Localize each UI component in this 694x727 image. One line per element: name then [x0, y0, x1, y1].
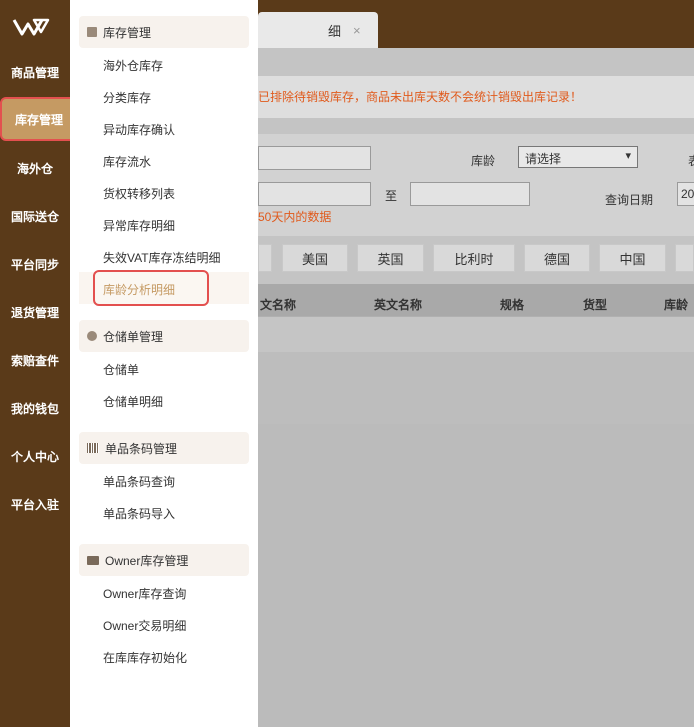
gear-icon	[87, 331, 97, 341]
menu-item-owner-transaction[interactable]: Owner交易明细	[103, 617, 186, 634]
country-tab-uk[interactable]: 英国	[357, 244, 424, 272]
menu-item-barcode-query[interactable]: 单品条码查询	[103, 473, 175, 490]
tab-label: 细	[328, 23, 342, 39]
folder-icon	[87, 555, 99, 565]
country-tab-china[interactable]: 中国	[599, 244, 666, 272]
chevron-down-icon: ▾	[625, 150, 631, 162]
nav-item-inventory[interactable]: 库存管理	[0, 97, 78, 141]
menu-item-overseas-stock[interactable]: 海外仓库存	[103, 57, 163, 74]
filter-input-1[interactable]	[258, 146, 371, 170]
col-header-spec: 规格	[500, 298, 525, 312]
brand-logo[interactable]	[12, 14, 56, 38]
submenu-panel: 库存管理 海外仓库存 分类库存 异动库存确认 库存流水 货权转移列表 异常库存明…	[70, 0, 258, 727]
country-tab-more[interactable]	[675, 244, 694, 272]
menu-group-barcode: 单品条码管理	[79, 432, 249, 464]
menu-item-abnormal-stock[interactable]: 异常库存明细	[103, 217, 175, 234]
barcode-icon	[87, 443, 99, 453]
nav-item-claims[interactable]: 索赔查件	[0, 338, 70, 382]
menu-item-vat-frozen[interactable]: 失效VAT库存冻结明细	[103, 249, 221, 266]
nav-item-platform-onboarding[interactable]: 平台入驻	[0, 482, 70, 526]
notice-text: 已排除待销毁库存，商品未出库天数不会统计销毁出库记录！	[258, 76, 694, 118]
date-hint: 50天内的数据	[258, 210, 332, 224]
col-header-en-name: 英文名称	[374, 298, 423, 312]
menu-item-stock-flow[interactable]: 库存流水	[103, 153, 151, 170]
nav-item-wallet[interactable]: 我的钱包	[0, 386, 70, 430]
col-header-age: 库龄	[664, 298, 689, 312]
truncated-label: 表	[688, 152, 694, 169]
menu-item-stock-init[interactable]: 在库库存初始化	[103, 649, 187, 666]
menu-item-ownership-transfer[interactable]: 货权转移列表	[103, 185, 175, 202]
country-tab-germany[interactable]: 德国	[524, 244, 590, 272]
age-label: 库龄	[471, 154, 496, 168]
age-select-value: 请选择	[525, 152, 562, 166]
menu-group-storage-orders: 仓储单管理	[79, 320, 249, 352]
menu-item-barcode-import[interactable]: 单品条码导入	[103, 505, 175, 522]
age-select[interactable]: 请选择 ▾	[518, 146, 638, 168]
range-end-input[interactable]	[410, 182, 530, 206]
menu-item-owner-stock-query[interactable]: Owner库存查询	[103, 585, 186, 602]
nav-item-overseas-warehouse[interactable]: 海外仓	[0, 146, 70, 190]
query-date-label: 查询日期	[605, 193, 654, 207]
nav-item-profile[interactable]: 个人中心	[0, 434, 70, 478]
query-date-input[interactable]: 20	[677, 182, 694, 206]
range-start-input[interactable]	[258, 182, 371, 206]
menu-group-owner-stock: Owner库存管理	[79, 544, 249, 576]
menu-group-title: Owner库存管理	[105, 553, 189, 568]
nav-item-platform-sync[interactable]: 平台同步	[0, 242, 70, 286]
country-tab-hidden[interactable]	[258, 244, 272, 272]
country-tab-belgium[interactable]: 比利时	[433, 244, 515, 272]
menu-group-inventory: 库存管理	[79, 16, 249, 48]
country-tab-us[interactable]: 美国	[282, 244, 348, 272]
to-label: 至	[385, 189, 398, 203]
menu-item-stock-change-confirm[interactable]: 异动库存确认	[103, 121, 175, 138]
tab-inventory-age-detail[interactable]: 细 ×	[258, 12, 378, 48]
left-nav: 商品管理 库存管理 海外仓 国际送仓 平台同步 退货管理 索赔查件 我的钱包 个…	[0, 0, 78, 727]
nav-item-returns[interactable]: 退货管理	[0, 290, 70, 334]
menu-group-title: 单品条码管理	[105, 441, 178, 456]
main-content: 已排除待销毁库存，商品未出库天数不会统计销毁出库记录！ 库龄 请选择 ▾ 表 至…	[258, 48, 694, 727]
menu-item-storage-order-detail[interactable]: 仓储单明细	[103, 393, 163, 410]
menu-group-title: 仓储单管理	[103, 329, 164, 344]
nav-item-products[interactable]: 商品管理	[0, 50, 70, 94]
menu-item-storage-order[interactable]: 仓储单	[103, 361, 139, 378]
menu-group-title: 库存管理	[103, 25, 152, 40]
col-header-type: 货型	[583, 298, 608, 312]
close-icon[interactable]: ×	[353, 23, 361, 38]
menu-item-category-stock[interactable]: 分类库存	[103, 89, 151, 106]
menu-item-stock-age-analysis[interactable]: 库龄分析明细	[93, 270, 209, 306]
list-icon	[87, 27, 97, 37]
col-header-cn-name: 文名称	[260, 298, 297, 312]
nav-item-intl-shipping[interactable]: 国际送仓	[0, 194, 70, 238]
